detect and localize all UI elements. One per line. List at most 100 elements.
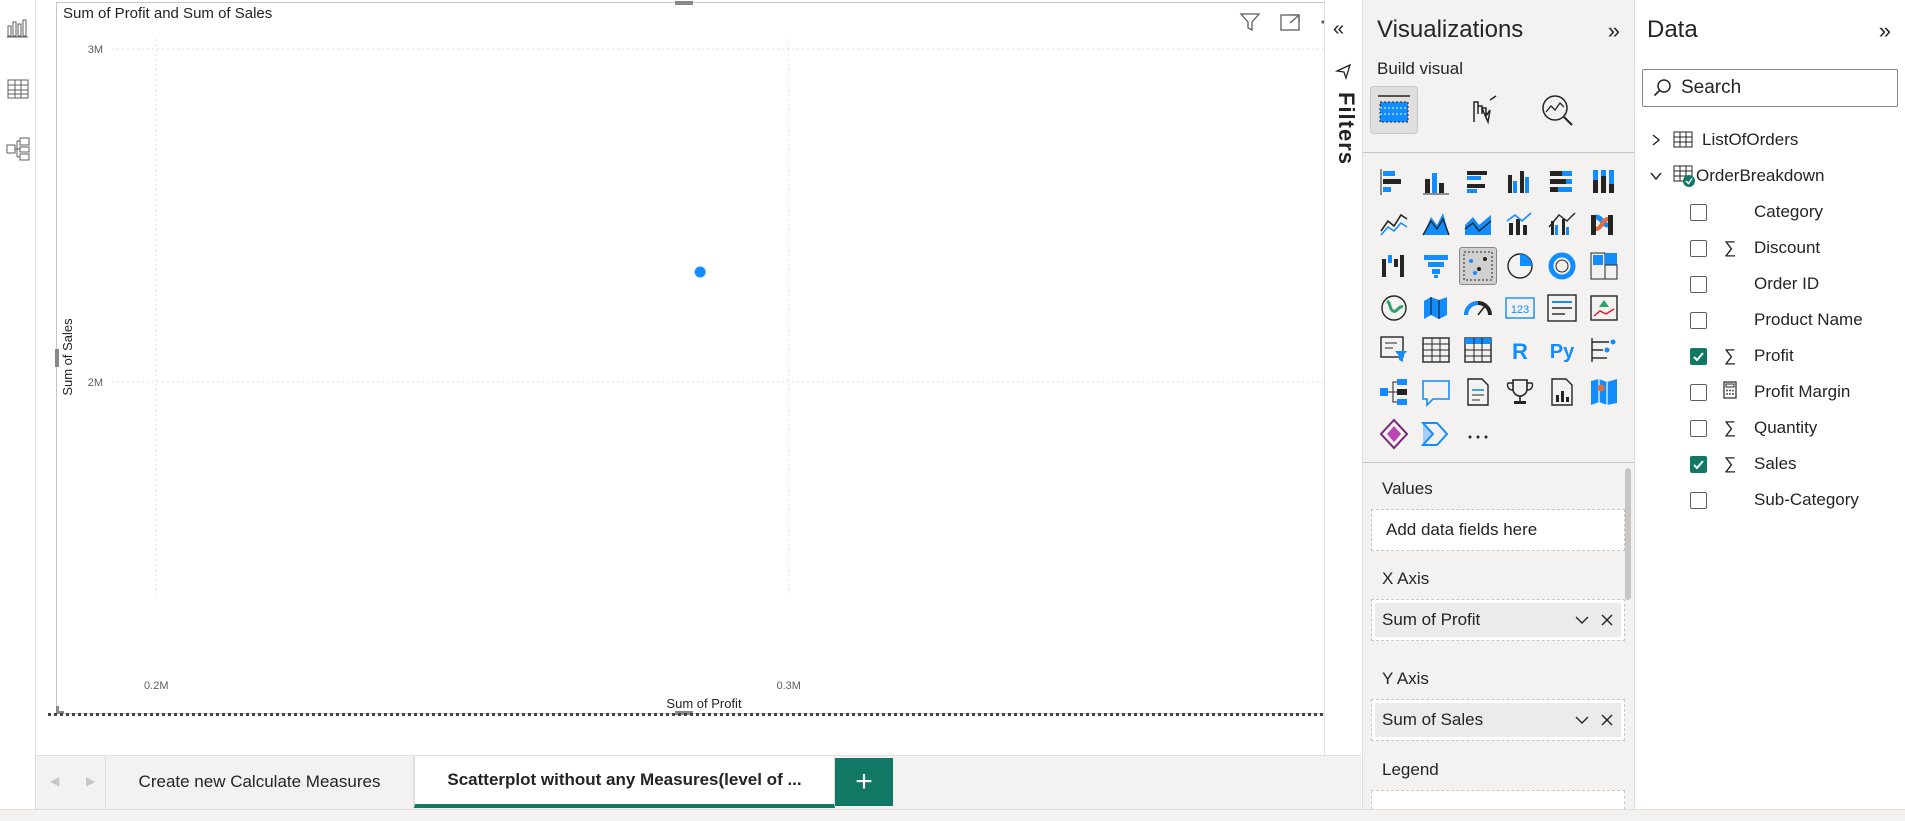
build-visual-tab[interactable] — [1370, 86, 1418, 134]
field-name: Quantity — [1754, 418, 1818, 437]
power-automate-icon[interactable] — [1417, 415, 1455, 453]
page-tab-create-measures[interactable]: Create new Calculate Measures — [105, 756, 414, 808]
line-and-clustered-column-chart-icon[interactable] — [1543, 205, 1581, 243]
format-visual-tab[interactable] — [1458, 86, 1506, 134]
search-input[interactable] — [1681, 77, 1881, 99]
resize-handle-left[interactable] — [55, 349, 59, 367]
table-node-orderbreakdown[interactable]: OrderBreakdown — [1649, 163, 1825, 189]
100-stacked-column-chart-icon[interactable] — [1585, 163, 1623, 201]
resize-handle-top[interactable] — [675, 1, 693, 5]
field-checkbox[interactable] — [1690, 275, 1707, 293]
report-canvas: Sum of Profit and Sum of Sales 3M 2M 0.2M 0… — [36, 0, 1361, 755]
x-axis-field-pill[interactable]: Sum of Profit — [1375, 603, 1621, 637]
chevron-down-icon[interactable] — [1649, 169, 1663, 183]
area-chart-icon[interactable] — [1417, 205, 1455, 243]
qa-visual-icon[interactable] — [1417, 373, 1455, 411]
add-page-button[interactable]: + — [835, 758, 893, 806]
double-chevron-right-icon[interactable]: » — [1608, 18, 1620, 44]
filled-map-icon[interactable] — [1417, 289, 1455, 327]
treemap-icon[interactable] — [1585, 247, 1623, 285]
kpi-icon[interactable] — [1585, 289, 1623, 327]
matrix-icon[interactable] — [1459, 331, 1497, 369]
gauge-icon[interactable] — [1459, 289, 1497, 327]
field-row[interactable]: ∑ Discount — [1690, 235, 1820, 261]
field-name: Category — [1754, 202, 1823, 221]
field-checkbox[interactable] — [1690, 347, 1707, 365]
line-chart-icon[interactable] — [1375, 205, 1413, 243]
smart-narrative-icon[interactable] — [1459, 373, 1497, 411]
card-icon[interactable]: 123 — [1501, 289, 1539, 327]
pane-scrollbar[interactable] — [1625, 468, 1631, 600]
search-box[interactable] — [1642, 69, 1898, 107]
y-axis-field-pill[interactable]: Sum of Sales — [1375, 703, 1621, 737]
legend-well[interactable] — [1371, 790, 1625, 809]
field-checkbox[interactable] — [1690, 311, 1707, 329]
table-view-icon[interactable] — [4, 75, 32, 103]
more-visuals-icon[interactable] — [1459, 415, 1497, 453]
multi-row-card-icon[interactable] — [1543, 289, 1581, 327]
filters-label[interactable]: Filters — [1333, 92, 1359, 165]
chevron-left-icon[interactable]: ◀ — [50, 774, 59, 788]
chevron-right-icon[interactable] — [1649, 133, 1663, 147]
y-axis-well[interactable]: Sum of Sales — [1371, 699, 1625, 741]
close-icon[interactable] — [1599, 711, 1615, 729]
field-row[interactable]: ∑ Profit — [1690, 343, 1794, 369]
model-view-icon[interactable] — [4, 135, 32, 163]
field-row[interactable]: Profit Margin — [1690, 379, 1850, 405]
ribbon-chart-icon[interactable] — [1585, 205, 1623, 243]
pie-chart-icon[interactable] — [1501, 247, 1539, 285]
stacked-area-chart-icon[interactable] — [1459, 205, 1497, 243]
paginated-report-icon[interactable] — [1543, 373, 1581, 411]
waterfall-chart-icon[interactable] — [1375, 247, 1413, 285]
decomposition-tree-icon[interactable] — [1375, 373, 1413, 411]
100-stacked-bar-chart-icon[interactable] — [1543, 163, 1581, 201]
x-axis-well[interactable]: Sum of Profit — [1371, 599, 1625, 641]
field-checkbox[interactable] — [1690, 455, 1707, 473]
field-row[interactable]: ∑ Quantity — [1690, 415, 1817, 441]
funnel-chart-icon[interactable] — [1417, 247, 1455, 285]
table-visual-icon[interactable] — [1417, 331, 1455, 369]
chevron-right-icon[interactable]: ▶ — [86, 774, 95, 788]
slicer-icon[interactable] — [1375, 331, 1413, 369]
r-script-visual-icon[interactable]: R — [1501, 331, 1539, 369]
scatter-chart-visual[interactable]: Sum of Profit and Sum of Sales 3M 2M 0.2M 0… — [55, 1, 1353, 715]
report-view-icon[interactable] — [4, 14, 32, 42]
field-row[interactable]: Sub-Category — [1690, 487, 1859, 513]
scatter-chart-icon[interactable] — [1459, 247, 1497, 285]
double-chevron-right-icon[interactable]: » — [1879, 18, 1891, 44]
field-row[interactable]: ∑ Sales — [1690, 451, 1797, 477]
field-checkbox[interactable] — [1690, 383, 1707, 401]
stacked-bar-chart-icon[interactable] — [1375, 163, 1413, 201]
key-influencers-icon[interactable] — [1585, 331, 1623, 369]
line-and-stacked-column-chart-icon[interactable] — [1501, 205, 1539, 243]
map-icon[interactable] — [1375, 289, 1413, 327]
field-checkbox[interactable] — [1690, 419, 1707, 437]
field-row[interactable]: Category — [1690, 199, 1823, 225]
field-checkbox[interactable] — [1690, 203, 1707, 221]
svg-text:123: 123 — [1511, 304, 1529, 316]
clustered-column-chart-icon[interactable] — [1501, 163, 1539, 201]
svg-text:R: R — [1512, 339, 1528, 364]
close-icon[interactable] — [1599, 611, 1615, 629]
search-icon — [1653, 79, 1671, 97]
table-node-listoforders[interactable]: ListOfOrders — [1649, 127, 1798, 153]
filters-pane[interactable]: « Filters — [1324, 0, 1362, 755]
field-row[interactable]: Order ID — [1690, 271, 1819, 297]
chevron-down-icon[interactable] — [1573, 611, 1591, 629]
page-tab-scatterplot[interactable]: Scatterplot without any Measures(level o… — [414, 756, 835, 808]
power-apps-icon[interactable] — [1375, 415, 1413, 453]
stacked-column-chart-icon[interactable] — [1417, 163, 1455, 201]
python-visual-icon[interactable]: Py — [1543, 331, 1581, 369]
double-chevron-left-icon[interactable]: « — [1333, 18, 1344, 41]
view-switcher-rail — [0, 0, 36, 821]
clustered-bar-chart-icon[interactable] — [1459, 163, 1497, 201]
field-checkbox[interactable] — [1690, 239, 1707, 257]
chevron-down-icon[interactable] — [1573, 711, 1591, 729]
values-drop-zone[interactable]: Add data fields here — [1371, 509, 1625, 551]
analytics-tab[interactable] — [1533, 86, 1581, 134]
azure-map-icon[interactable] — [1585, 373, 1623, 411]
field-checkbox[interactable] — [1690, 491, 1707, 509]
goals-icon[interactable] — [1501, 373, 1539, 411]
donut-chart-icon[interactable] — [1543, 247, 1581, 285]
field-row[interactable]: Product Name — [1690, 307, 1863, 333]
